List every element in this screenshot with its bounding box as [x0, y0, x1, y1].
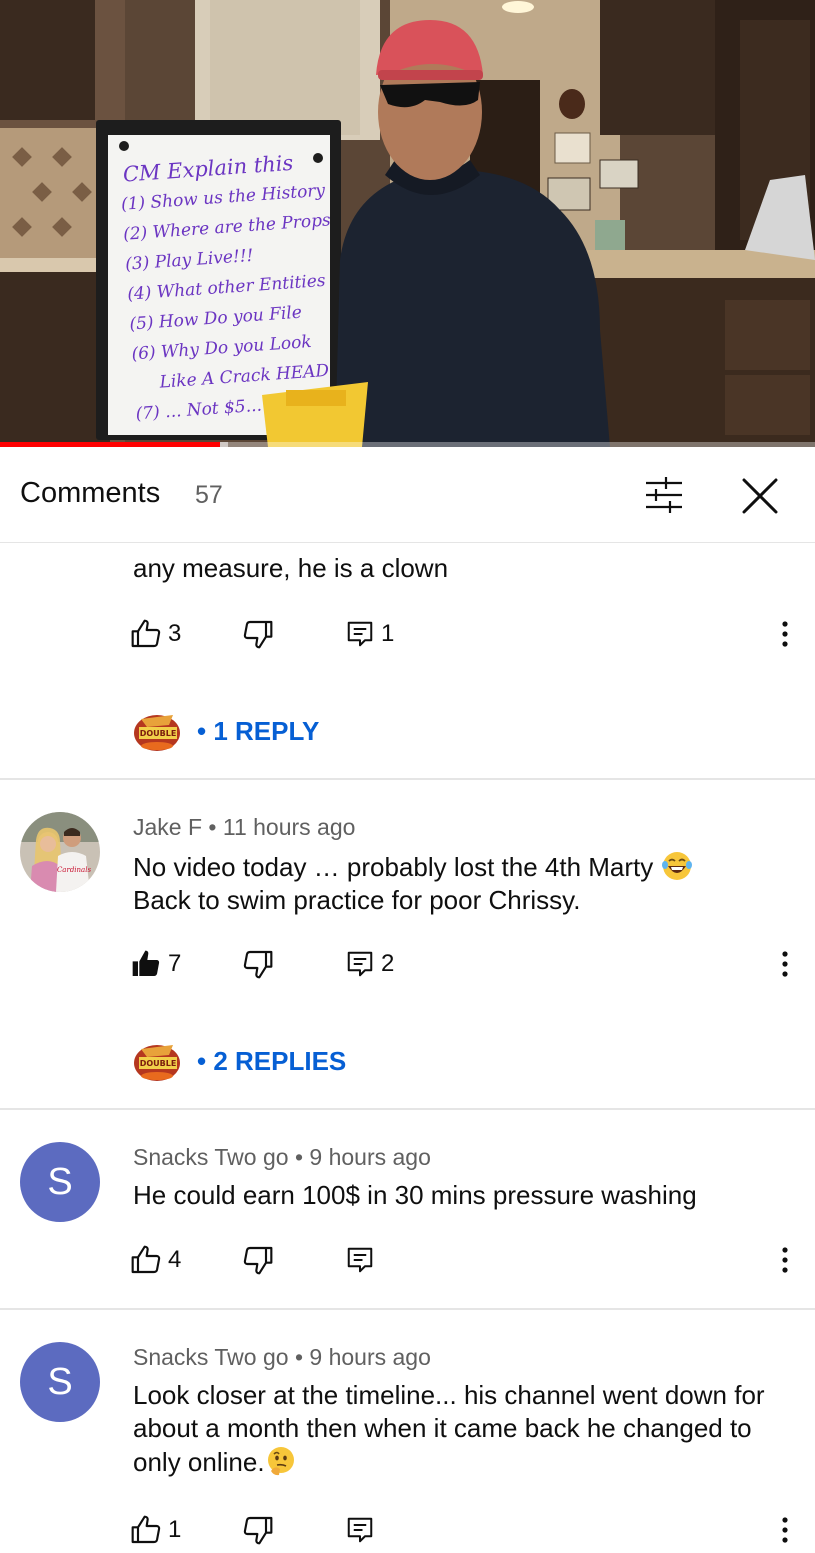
view-replies-label: • 2 REPLIES	[197, 1045, 347, 1076]
more-vertical-icon	[782, 951, 788, 977]
avatar[interactable]: S	[20, 1142, 100, 1222]
dislike-button[interactable]	[242, 1512, 274, 1548]
like-button[interactable]: 7	[130, 946, 181, 982]
comment-text: any measure, he is a clown	[133, 553, 449, 583]
like-count: 7	[168, 950, 182, 977]
whiteboard-text: CM Explain this (1) Show us the History …	[118, 145, 346, 429]
reply-comment-icon	[347, 951, 373, 977]
reply-count: 2	[381, 950, 395, 977]
view-replies-label: • 1 REPLY	[197, 715, 320, 746]
svg-text:DOUBLE: DOUBLE	[140, 729, 177, 738]
comment-divider	[0, 1108, 815, 1110]
comment-text-line: No video today … probably lost the 4th M…	[133, 852, 654, 882]
avatar[interactable]: S	[20, 1342, 100, 1422]
thumbs-down-icon	[243, 1246, 273, 1275]
dislike-button[interactable]	[242, 1242, 274, 1278]
comment-divider	[0, 778, 815, 780]
comments-title: Comments	[20, 477, 161, 509]
like-count: 3	[168, 620, 182, 647]
reply-button[interactable]: 1	[345, 616, 394, 652]
thumbs-down-icon	[243, 620, 273, 649]
like-count: 1	[168, 1516, 182, 1543]
thumbs-up-icon	[131, 1245, 161, 1274]
thumbs-up-icon	[131, 619, 161, 648]
thumbs-down-icon	[243, 1516, 273, 1545]
comment-text: Look closer at the timeline... his chann…	[133, 1379, 783, 1479]
reply-count: 1	[381, 620, 395, 647]
more-options-button[interactable]	[770, 946, 800, 982]
creator-avatar-icon: DOUBLE	[134, 715, 180, 751]
view-replies-button[interactable]: DOUBLE • 1 REPLY	[133, 709, 319, 753]
comment-text: No video today … probably lost the 4th M…	[133, 850, 783, 917]
like-button[interactable]: 4	[130, 1242, 181, 1278]
comment-actions: 3 1	[130, 616, 800, 652]
creator-avatar-icon: DOUBLE	[134, 1045, 180, 1081]
dislike-button[interactable]	[242, 946, 274, 982]
thumbs-up-filled-icon	[132, 950, 160, 976]
reply-comment-icon	[347, 621, 373, 647]
reply-button[interactable]: 2	[345, 946, 394, 982]
more-vertical-icon	[782, 1247, 788, 1273]
thinking-face-emoji	[267, 1447, 294, 1476]
more-vertical-icon	[782, 621, 788, 647]
comment-text: He could earn 100$ in 30 mins pressure w…	[133, 1180, 697, 1210]
more-options-button[interactable]	[770, 1242, 800, 1278]
close-icon	[742, 478, 778, 514]
thumbs-up-icon	[131, 1515, 161, 1544]
comment-actions: 4	[130, 1242, 800, 1278]
close-comments-button[interactable]	[735, 471, 785, 521]
like-count: 4	[168, 1246, 182, 1273]
thumbs-down-icon	[243, 950, 273, 979]
user-photo-avatar: Cardinals	[20, 812, 100, 892]
comments-count: 57	[195, 481, 223, 509]
comment-text-line: Back to swim practice for poor Chrissy.	[133, 885, 581, 915]
like-button[interactable]: 3	[130, 616, 181, 652]
comment-divider	[0, 1308, 815, 1310]
reply-button[interactable]	[345, 1242, 375, 1278]
reply-comment-icon	[347, 1247, 373, 1273]
reply-comment-icon	[347, 1517, 373, 1543]
laughing-tears-emoji	[661, 852, 692, 880]
more-options-button[interactable]	[770, 616, 800, 652]
video-player[interactable]: CM Explain this (1) Show us the History …	[0, 0, 815, 447]
sliders-icon	[646, 477, 682, 513]
svg-text:DOUBLE: DOUBLE	[140, 1059, 177, 1068]
sort-filter-button[interactable]	[638, 473, 688, 517]
comment-actions: 1	[130, 1512, 800, 1548]
reply-button[interactable]	[345, 1512, 375, 1548]
svg-text:Cardinals: Cardinals	[57, 866, 92, 874]
comment-actions: 7 2	[130, 946, 800, 982]
more-vertical-icon	[782, 1517, 788, 1543]
comment-text-line: Look closer at the timeline... his chann…	[133, 1380, 765, 1477]
comment-meta: Snacks Two go • 9 hours ago	[133, 1344, 431, 1370]
comment-list[interactable]: any measure, he is a clown 3 1 DOUBLE • …	[0, 544, 815, 1553]
more-options-button[interactable]	[770, 1512, 800, 1548]
comments-header: Comments 57	[0, 447, 815, 543]
avatar[interactable]: Cardinals	[20, 812, 100, 892]
comment-meta: Snacks Two go • 9 hours ago	[133, 1144, 431, 1170]
dislike-button[interactable]	[242, 616, 274, 652]
comment-meta: Jake F • 11 hours ago	[133, 814, 356, 840]
view-replies-button[interactable]: DOUBLE • 2 REPLIES	[133, 1039, 346, 1083]
like-button[interactable]: 1	[130, 1512, 181, 1548]
